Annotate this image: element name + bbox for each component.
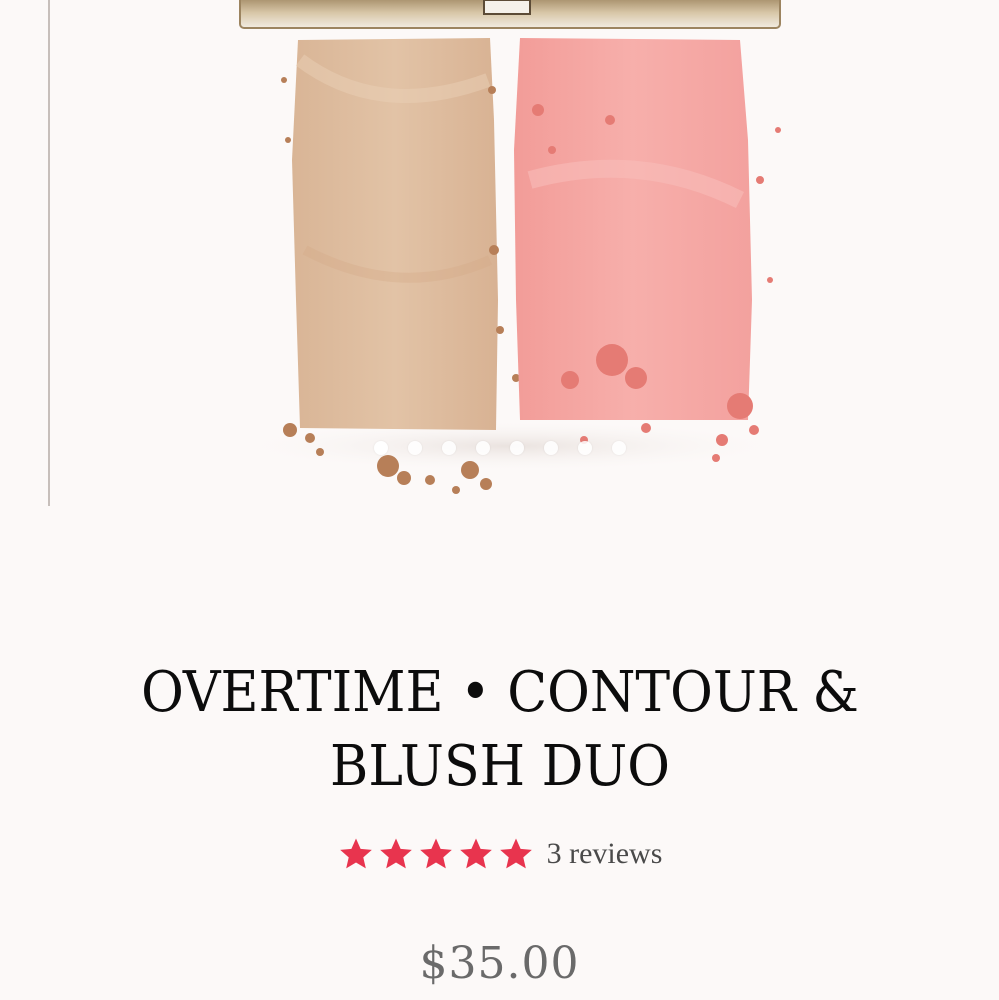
carousel-dot-6[interactable]	[543, 441, 558, 455]
star-icon	[459, 838, 492, 869]
product-rating[interactable]: 3 reviews	[0, 830, 999, 878]
product-page: OVERTIME • CONTOUR & BLUSH DUO 3 reviews…	[0, 0, 999, 1000]
reviews-link[interactable]: 3 reviews	[547, 837, 663, 871]
star-icon	[499, 838, 532, 869]
carousel-dot-8[interactable]	[611, 441, 626, 455]
product-swatch-image	[230, 0, 790, 494]
star-icon	[419, 838, 452, 869]
rating-stars[interactable]	[337, 835, 535, 873]
star-icon	[339, 838, 372, 869]
carousel-dot-3[interactable]	[441, 441, 456, 455]
carousel-dot-7[interactable]	[577, 441, 592, 455]
carousel-dot-4[interactable]	[475, 441, 490, 455]
carousel-dots[interactable]	[0, 441, 999, 463]
star-icon	[379, 838, 412, 869]
carousel-dot-5[interactable]	[509, 441, 524, 455]
product-price: $35.00	[419, 938, 580, 989]
carousel-dot-1[interactable]	[373, 441, 388, 455]
product-gallery[interactable]	[0, 0, 999, 510]
carousel-dot-2[interactable]	[407, 441, 422, 455]
product-title: OVERTIME • CONTOUR & BLUSH DUO	[141, 660, 859, 799]
